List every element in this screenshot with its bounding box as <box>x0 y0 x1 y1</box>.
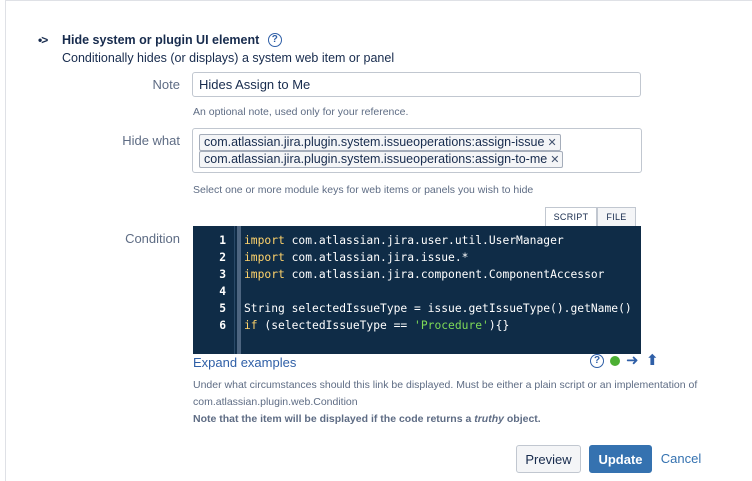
tag-label: com.atlassian.jira.plugin.system.issueop… <box>204 152 548 166</box>
condition-label: Condition <box>125 231 180 246</box>
line-number-gutter: 1 2 3 4 5 6 <box>193 226 235 354</box>
code-line: import com.atlassian.jira.issue.* <box>244 251 469 264</box>
note-hint: An optional note, used only for your ref… <box>193 106 409 118</box>
tag-label: com.atlassian.jira.plugin.system.issueop… <box>204 135 545 149</box>
help-icon[interactable]: ? <box>267 32 282 47</box>
arrow-up-icon[interactable]: ⬆ <box>646 351 659 369</box>
condition-description: Under what circumstances should this lin… <box>193 379 698 391</box>
line-number: 4 <box>219 285 226 298</box>
update-button[interactable]: Update <box>589 445 652 473</box>
line-number: 5 <box>219 302 226 315</box>
note-label: Note <box>152 77 180 92</box>
cancel-link[interactable]: Cancel <box>655 445 707 473</box>
editor-active-bar <box>237 226 241 354</box>
arrow-right-icon[interactable]: ➜ <box>626 351 639 369</box>
hide-what-multiselect[interactable]: com.atlassian.jira.plugin.system.issueop… <box>192 128 642 173</box>
section-subtitle: Conditionally hides (or displays) a syst… <box>62 51 395 65</box>
line-number: 6 <box>219 319 226 332</box>
line-number: 2 <box>219 251 226 264</box>
code-editor[interactable]: 1 2 3 4 5 6 import com.atlassian.jira.us… <box>193 226 641 354</box>
note-input[interactable] <box>192 72 641 97</box>
hide-what-label: Hide what <box>122 133 180 148</box>
help-icon[interactable]: ? <box>590 354 604 368</box>
code-line: if (selectedIssueType == 'Procedure'){} <box>244 319 510 332</box>
status-ok-icon <box>610 356 620 366</box>
expand-examples-link[interactable]: Expand examples <box>193 355 296 370</box>
code-line: import com.atlassian.jira.component.Comp… <box>244 268 605 281</box>
code-line: String selectedIssueType = issue.getIssu… <box>244 302 632 315</box>
tab-file[interactable]: FILE <box>597 207 636 228</box>
remove-tag-icon[interactable]: ✕ <box>550 154 559 166</box>
tag-assign-to-me: com.atlassian.jira.plugin.system.issueop… <box>199 151 564 168</box>
preview-button[interactable]: Preview <box>516 445 581 473</box>
code-line: import com.atlassian.jira.user.util.User… <box>244 234 564 247</box>
remove-tag-icon[interactable]: ✕ <box>547 137 556 149</box>
line-number: 3 <box>219 268 226 281</box>
tab-script[interactable]: SCRIPT <box>545 207 597 228</box>
line-number: 1 <box>219 234 226 247</box>
tag-assign-issue: com.atlassian.jira.plugin.system.issueop… <box>199 134 561 151</box>
section-title: Hide system or plugin UI element <box>62 33 260 47</box>
bullet-icon: •> <box>38 33 48 47</box>
condition-class-name: com.atlassian.plugin.web.Condition <box>193 396 358 408</box>
condition-note: Note that the item will be displayed if … <box>193 413 541 425</box>
hide-what-hint: Select one or more module keys for web i… <box>193 184 534 196</box>
